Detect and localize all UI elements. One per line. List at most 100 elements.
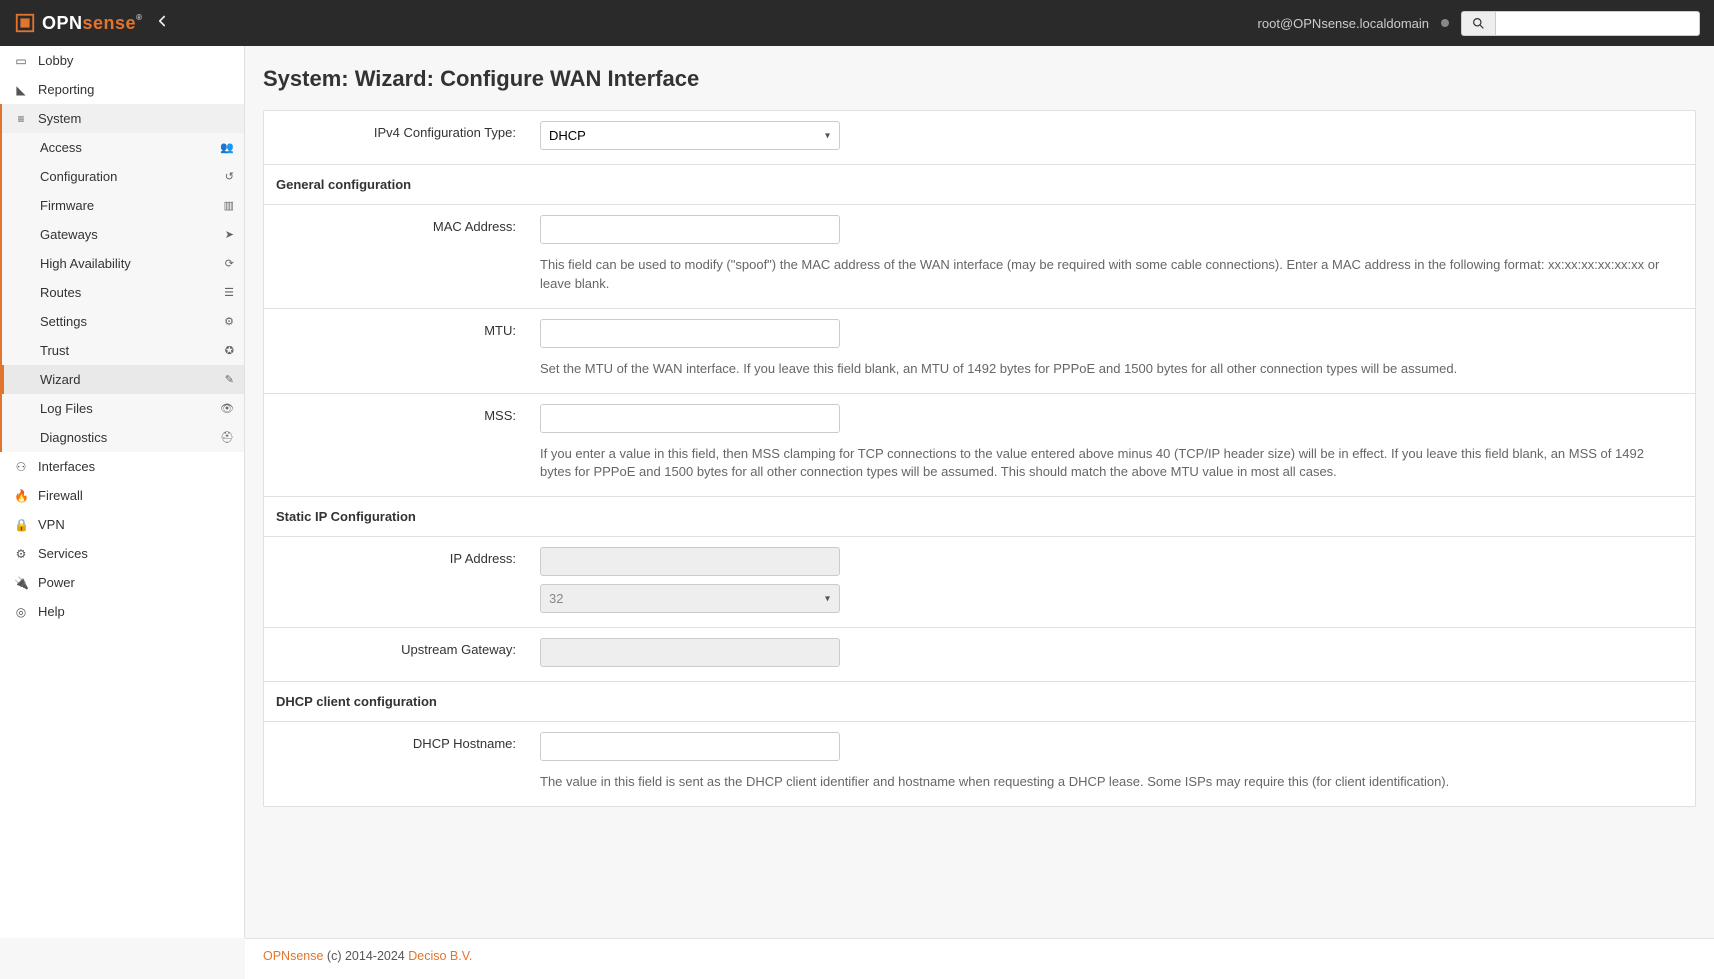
area-chart-icon: ◣ <box>14 83 28 97</box>
sidebar-item-label: Diagnostics <box>40 430 107 445</box>
location-arrow-icon: ➤ <box>225 228 234 241</box>
hdd-icon: ▥ <box>224 199 234 212</box>
lock-icon: 🔒 <box>14 518 28 532</box>
mss-input[interactable] <box>540 404 840 433</box>
sidebar-item-label: Help <box>38 604 65 619</box>
sidebar-item-label: Wizard <box>40 372 80 387</box>
top-nav: OPNsense® root@OPNsense.localdomain <box>0 0 1714 46</box>
sidebar-item-label: Power <box>38 575 75 590</box>
sidebar-item-label: Interfaces <box>38 459 95 474</box>
sidebar-item-reporting[interactable]: ◣ Reporting <box>0 75 244 104</box>
sidebar-item-label: Settings <box>40 314 87 329</box>
sidebar-item-vpn[interactable]: 🔒 VPN <box>0 510 244 539</box>
eye-icon: 👁 <box>220 402 234 415</box>
mac-address-input[interactable] <box>540 215 840 244</box>
ip-address-input <box>540 547 840 576</box>
sidebar-item-label: Gateways <box>40 227 98 242</box>
sidebar-subitem-gateways[interactable]: Gateways ➤ <box>2 220 244 249</box>
sidebar-item-system[interactable]: ≡ System <box>2 104 244 133</box>
sidebar-item-label: Lobby <box>38 53 73 68</box>
ipv4-type-select[interactable] <box>540 121 840 150</box>
sidebar-item-label: VPN <box>38 517 65 532</box>
dhcp-hostname-input[interactable] <box>540 732 840 761</box>
section-header-staticip: Static IP Configuration <box>264 497 1695 537</box>
dhcp-hostname-label: DHCP Hostname: <box>264 722 528 806</box>
sidebar-subitem-firmware[interactable]: Firmware ▥ <box>2 191 244 220</box>
sidebar-subitem-access[interactable]: Access 👥 <box>2 133 244 162</box>
status-indicator-icon[interactable] <box>1441 19 1449 27</box>
sidebar-subitem-routes[interactable]: Routes ☰ <box>2 278 244 307</box>
upstream-gateway-input <box>540 638 840 667</box>
sidebar-subitem-diagnostics[interactable]: Diagnostics ⛑ <box>2 423 244 452</box>
sidebar-item-label: Configuration <box>40 169 117 184</box>
plug-icon: 🔌 <box>14 576 28 590</box>
ip-address-label: IP Address: <box>264 537 528 627</box>
life-ring-icon: ◎ <box>14 605 28 619</box>
refresh-icon: ⟳ <box>225 257 234 270</box>
footer-brand-link[interactable]: OPNsense <box>263 949 323 963</box>
footer-company-link[interactable]: Deciso B.V. <box>408 949 472 963</box>
sidebar-item-label: Routes <box>40 285 81 300</box>
brand-icon <box>14 11 36 35</box>
gear-icon: ⚙ <box>14 547 28 561</box>
brand-logo[interactable]: OPNsense® <box>14 11 142 35</box>
list-icon: ≡ <box>14 112 28 126</box>
mtu-help: Set the MTU of the WAN interface. If you… <box>540 360 1683 379</box>
sidebar-item-label: Firmware <box>40 198 94 213</box>
sidebar-item-firewall[interactable]: 🔥Firewall <box>0 481 244 510</box>
sitemap-icon: ⚇ <box>14 460 28 474</box>
footer-copyright: (c) 2014-2024 <box>323 949 408 963</box>
mtu-input[interactable] <box>540 319 840 348</box>
hostname-label[interactable]: root@OPNsense.localdomain <box>1258 16 1429 31</box>
sidebar-item-label: Services <box>38 546 88 561</box>
sidebar-subitem-wizard[interactable]: Wizard ✎ <box>2 365 244 394</box>
sidebar-item-power[interactable]: 🔌 Power <box>0 568 244 597</box>
laptop-icon: ▭ <box>14 54 28 68</box>
ipv4-type-label: IPv4 Configuration Type: <box>264 111 528 164</box>
settings-sliders-icon: ☰ <box>224 286 234 299</box>
mtu-label: MTU: <box>264 309 528 393</box>
sidebar-item-label: Firewall <box>38 488 83 503</box>
users-icon: 👥 <box>220 141 234 154</box>
search-group <box>1461 11 1700 36</box>
page-title: System: Wizard: Configure WAN Interface <box>263 66 1696 92</box>
magic-wand-icon: ✎ <box>225 373 234 386</box>
section-header-general: General configuration <box>264 165 1695 205</box>
sidebar-subitem-settings[interactable]: Settings ⚙ <box>2 307 244 336</box>
ip-cidr-select <box>540 584 840 613</box>
sidebar-item-services[interactable]: ⚙ Services <box>0 539 244 568</box>
brand-reg: ® <box>136 13 142 22</box>
search-input[interactable] <box>1495 11 1700 36</box>
sidebar: ▭ Lobby ◣ Reporting ≡ System Access 👥 Config… <box>0 46 245 938</box>
sidebar-item-label: Trust <box>40 343 69 358</box>
mac-address-help: This field can be used to modify ("spoof… <box>540 256 1683 294</box>
mss-help: If you enter a value in this field, then… <box>540 445 1683 483</box>
cogs-icon: ⚙ <box>224 315 234 328</box>
sidebar-item-label: High Availability <box>40 256 131 271</box>
search-button[interactable] <box>1461 11 1495 36</box>
brand-text-b: sense <box>83 13 137 33</box>
history-icon: ↺ <box>225 170 234 183</box>
mss-label: MSS: <box>264 394 528 497</box>
sidebar-item-help[interactable]: ◎ Help <box>0 597 244 626</box>
collapse-sidebar-button[interactable] <box>156 14 168 32</box>
footer: OPNsense (c) 2014-2024 Deciso B.V. <box>245 938 1714 979</box>
sidebar-item-label: Reporting <box>38 82 94 97</box>
sidebar-subitem-configuration[interactable]: Configuration ↺ <box>2 162 244 191</box>
sidebar-item-label: System <box>38 111 81 126</box>
wizard-form-panel: IPv4 Configuration Type: ▾ General confi… <box>263 110 1696 807</box>
dhcp-hostname-help: The value in this field is sent as the D… <box>540 773 1683 792</box>
brand-text-a: OPN <box>42 13 83 33</box>
sidebar-subitem-logfiles[interactable]: Log Files 👁 <box>2 394 244 423</box>
certificate-icon: ✪ <box>225 344 234 357</box>
sidebar-item-label: Log Files <box>40 401 93 416</box>
sidebar-item-interfaces[interactable]: ⚇ Interfaces <box>0 452 244 481</box>
upstream-gateway-label: Upstream Gateway: <box>264 628 528 681</box>
sidebar-subitem-ha[interactable]: High Availability ⟳ <box>2 249 244 278</box>
main-content: System: Wizard: Configure WAN Interface … <box>245 46 1714 938</box>
medkit-icon: ⛑ <box>220 431 234 444</box>
sidebar-subitem-trust[interactable]: Trust ✪ <box>2 336 244 365</box>
sidebar-item-label: Access <box>40 140 82 155</box>
search-icon <box>1472 17 1485 30</box>
sidebar-item-lobby[interactable]: ▭ Lobby <box>0 46 244 75</box>
